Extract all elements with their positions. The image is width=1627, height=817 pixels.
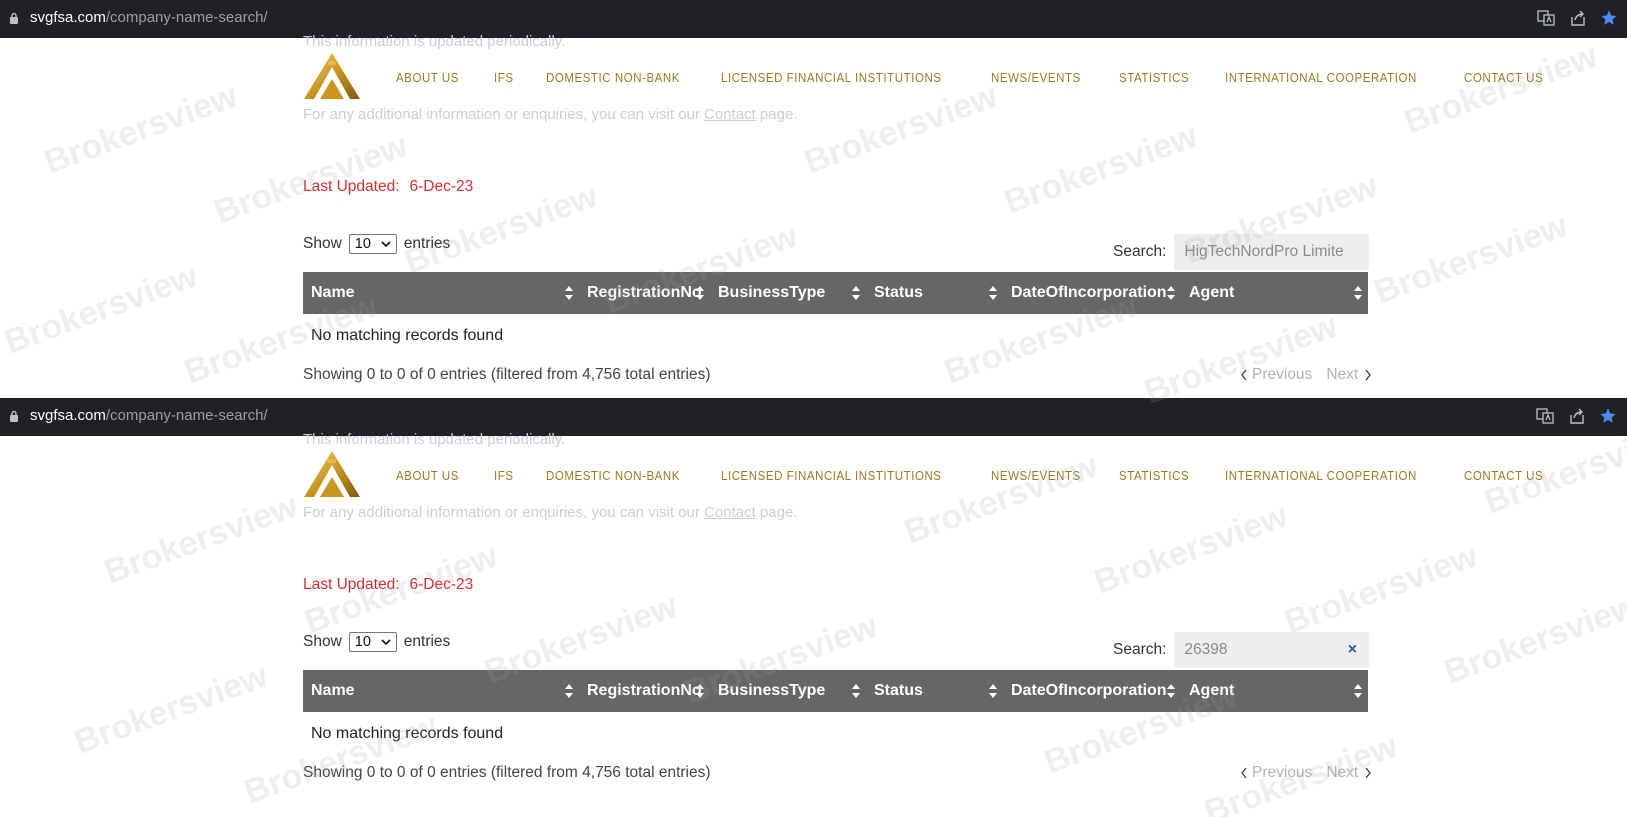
contact-link[interactable]: Contact xyxy=(704,504,756,521)
nav-news-events[interactable]: NEWS/EVENTS xyxy=(991,71,1081,85)
column-agent[interactable]: Agent xyxy=(1181,670,1368,712)
table-info: Showing 0 to 0 of 0 entries (filtered fr… xyxy=(303,764,711,781)
table-search: Search: 26398 × xyxy=(1113,632,1370,668)
intro-text: This information is updated periodically… xyxy=(303,33,566,50)
nav-international-cooperation[interactable]: INTERNATIONAL COOPERATION xyxy=(1225,71,1417,85)
column-dateofincorporation[interactable]: DateOfIncorporation xyxy=(1003,272,1181,314)
company-table: Name RegistrationNo BusinessType Status … xyxy=(303,272,1368,358)
contact-link[interactable]: Contact xyxy=(704,106,756,123)
sort-arrows-icon xyxy=(565,286,573,300)
page-content: This information is updated periodically… xyxy=(0,431,1627,796)
next-button[interactable]: Next xyxy=(1326,764,1358,782)
column-name[interactable]: Name xyxy=(303,670,579,712)
sort-arrows-icon xyxy=(1167,684,1175,698)
url-text[interactable]: svgfsa.com/company-name-search/ xyxy=(30,407,268,424)
column-name[interactable]: Name xyxy=(303,272,579,314)
column-registrationno[interactable]: RegistrationNo xyxy=(579,272,710,314)
main-nav: ABOUT US IFS DOMESTIC NON-BANK LICENSED … xyxy=(396,71,1580,85)
empty-row: No matching records found xyxy=(311,725,504,742)
page-length-control: Show 10 entries xyxy=(303,234,451,254)
column-status[interactable]: Status xyxy=(866,670,1003,712)
nav-ifs[interactable]: IFS xyxy=(494,469,514,483)
chevron-left-icon xyxy=(1241,369,1247,381)
svgfsa-logo[interactable] xyxy=(302,451,362,499)
sort-arrows-icon xyxy=(1167,286,1175,300)
next-button[interactable]: Next xyxy=(1326,366,1358,384)
sort-arrows-icon xyxy=(696,286,704,300)
clear-search-icon[interactable]: × xyxy=(1345,641,1359,659)
column-businesstype[interactable]: BusinessType xyxy=(710,670,866,712)
nav-ifs[interactable]: IFS xyxy=(494,71,514,85)
page-length-select[interactable]: 10 xyxy=(348,234,397,254)
table-info: Showing 0 to 0 of 0 entries (filtered fr… xyxy=(303,366,711,383)
star-icon[interactable] xyxy=(1600,9,1618,27)
nav-statistics[interactable]: STATISTICS xyxy=(1119,469,1189,483)
main-nav: ABOUT US IFS DOMESTIC NON-BANK LICENSED … xyxy=(396,469,1580,483)
column-status[interactable]: Status xyxy=(866,272,1003,314)
lock-icon xyxy=(10,410,18,422)
star-icon[interactable] xyxy=(1599,407,1617,425)
chevron-left-icon xyxy=(1241,767,1247,779)
company-table: Name RegistrationNo BusinessType Status … xyxy=(303,670,1368,756)
chevron-down-icon xyxy=(381,639,391,645)
chevron-down-icon xyxy=(381,241,391,247)
address-bar[interactable]: svgfsa.com/company-name-search/ xyxy=(0,0,1627,38)
enquiry-text: For any additional information or enquir… xyxy=(303,106,798,123)
last-updated: Last Updated: 6-Dec-23 xyxy=(303,576,474,593)
address-bar[interactable]: svgfsa.com/company-name-search/ xyxy=(0,398,1627,436)
column-agent[interactable]: Agent xyxy=(1181,272,1368,314)
nav-domestic-non-bank[interactable]: DOMESTIC NON-BANK xyxy=(546,71,680,85)
sort-arrows-icon xyxy=(696,684,704,698)
nav-contact-us[interactable]: CONTACT US xyxy=(1464,469,1543,483)
nav-international-cooperation[interactable]: INTERNATIONAL COOPERATION xyxy=(1225,469,1417,483)
sort-arrows-icon xyxy=(852,684,860,698)
lock-icon xyxy=(10,12,18,24)
previous-button[interactable]: Previous xyxy=(1252,366,1312,384)
share-icon[interactable] xyxy=(1569,9,1587,27)
search-input[interactable]: 26398 × xyxy=(1174,632,1370,668)
nav-about-us[interactable]: ABOUT US xyxy=(396,71,459,85)
nav-licensed-financial-institutions[interactable]: LICENSED FINANCIAL INSTITUTIONS xyxy=(721,71,942,85)
sort-arrows-icon xyxy=(1354,286,1362,300)
chevron-right-icon xyxy=(1365,767,1372,779)
chevron-right-icon xyxy=(1365,369,1372,381)
page-content: This information is updated periodically… xyxy=(0,33,1627,398)
sort-arrows-icon xyxy=(852,286,860,300)
sort-arrows-icon xyxy=(1354,684,1362,698)
browser-screen-2: svgfsa.com/company-name-search/ This inf… xyxy=(0,398,1627,817)
previous-button[interactable]: Previous xyxy=(1252,764,1312,782)
table-search: Search: HigTechNordPro Limite xyxy=(1113,234,1370,270)
enquiry-text: For any additional information or enquir… xyxy=(303,504,798,521)
pagination: Previous Next xyxy=(1240,764,1372,782)
translate-icon[interactable] xyxy=(1537,9,1555,27)
sort-arrows-icon xyxy=(989,286,997,300)
nav-news-events[interactable]: NEWS/EVENTS xyxy=(991,469,1081,483)
column-registrationno[interactable]: RegistrationNo xyxy=(579,670,710,712)
intro-text: This information is updated periodically… xyxy=(303,431,566,448)
table-header: Name RegistrationNo BusinessType Status … xyxy=(303,670,1368,712)
nav-licensed-financial-institutions[interactable]: LICENSED FINANCIAL INSTITUTIONS xyxy=(721,469,942,483)
svgfsa-logo[interactable] xyxy=(302,53,362,101)
sort-arrows-icon xyxy=(565,684,573,698)
pagination: Previous Next xyxy=(1240,366,1372,384)
translate-icon[interactable] xyxy=(1536,407,1554,425)
empty-row: No matching records found xyxy=(311,327,504,344)
table-header: Name RegistrationNo BusinessType Status … xyxy=(303,272,1368,314)
nav-domestic-non-bank[interactable]: DOMESTIC NON-BANK xyxy=(546,469,680,483)
url-text[interactable]: svgfsa.com/company-name-search/ xyxy=(30,9,268,26)
nav-contact-us[interactable]: CONTACT US xyxy=(1464,71,1543,85)
nav-about-us[interactable]: ABOUT US xyxy=(396,469,459,483)
nav-statistics[interactable]: STATISTICS xyxy=(1119,71,1189,85)
page-length-control: Show 10 entries xyxy=(303,632,451,652)
sort-arrows-icon xyxy=(989,684,997,698)
column-businesstype[interactable]: BusinessType xyxy=(710,272,866,314)
share-icon[interactable] xyxy=(1568,407,1586,425)
search-input[interactable]: HigTechNordPro Limite xyxy=(1174,234,1370,270)
page-length-select[interactable]: 10 xyxy=(348,632,397,652)
column-dateofincorporation[interactable]: DateOfIncorporation xyxy=(1003,670,1181,712)
last-updated: Last Updated: 6-Dec-23 xyxy=(303,178,474,195)
browser-screen-1: svgfsa.com/company-name-search/ This inf… xyxy=(0,0,1627,398)
